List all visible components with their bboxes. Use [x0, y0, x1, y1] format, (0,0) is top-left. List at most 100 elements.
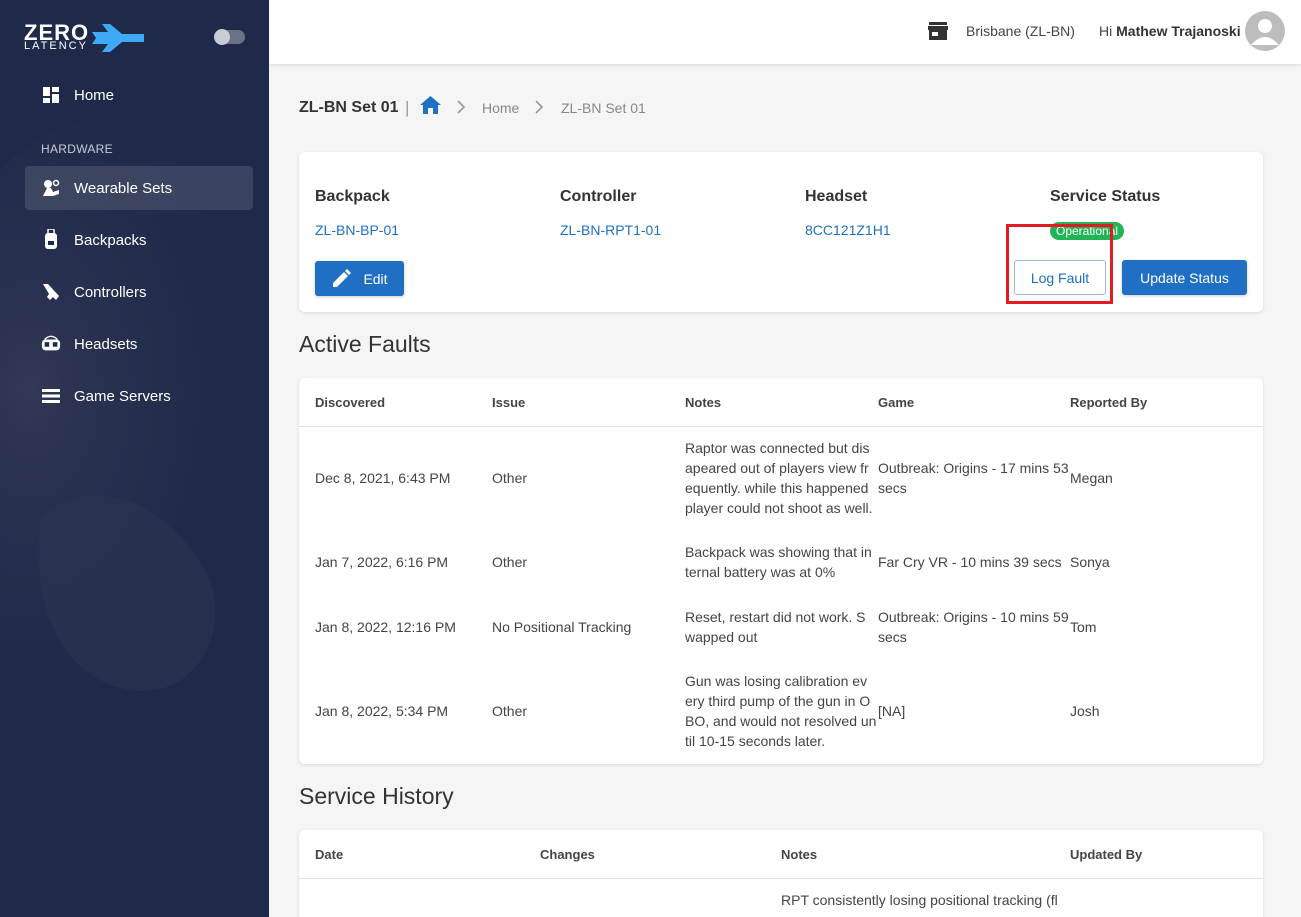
cell-reported-by: Tom	[1070, 619, 1097, 635]
cell-game: Outbreak: Origins - 17 mins 53 secs	[878, 458, 1069, 498]
sidebar-item-home[interactable]: Home	[25, 73, 253, 117]
greeting-prefix: Hi	[1099, 23, 1113, 39]
active-faults-heading: Active Faults	[299, 331, 431, 357]
cell-discovered: Jan 8, 2022, 12:16 PM	[315, 619, 456, 635]
service-history-heading: Service History	[299, 783, 454, 809]
cell-notes: RPT consistently losing positional track…	[781, 892, 1058, 908]
game-line: secs	[878, 480, 907, 496]
sidebar-item-label: Controllers	[74, 283, 147, 301]
notes-line: apeared out of players view fr	[685, 460, 869, 476]
headset-link[interactable]: 8CC121Z1H1	[805, 222, 891, 238]
sidebar-item-backpacks[interactable]: Backpacks	[25, 218, 253, 262]
toggle-knob	[214, 29, 230, 45]
notes-line: Reset, restart did not work. S	[685, 609, 866, 625]
cell-game: [NA]	[878, 701, 905, 721]
chevron-right-icon	[457, 100, 466, 114]
zero-latency-logo[interactable]: ZERO LATENCY	[24, 20, 146, 54]
notes-line: player could not shoot as well.	[685, 500, 873, 516]
notes-line: ternal battery was at 0%	[685, 564, 836, 580]
notes-line: BO, and would not resolved un	[685, 713, 877, 729]
cell-reported-by: Josh	[1070, 703, 1100, 719]
service-status-label: Service Status	[1050, 188, 1161, 205]
user-name: Mathew Trajanoski	[1116, 23, 1241, 39]
sidebar: ZERO LATENCY Home HARDWARE Wearable Sets…	[0, 0, 269, 917]
update-status-button[interactable]: Update Status	[1122, 260, 1247, 295]
sidebar-item-game-servers[interactable]: Game Servers	[25, 374, 253, 418]
cell-notes: Gun was losing calibration ev ery third …	[685, 671, 876, 751]
top-bar: Brisbane (ZL-BN) Hi Mathew Trajanoski	[269, 0, 1301, 64]
column-header-issue[interactable]: Issue	[492, 395, 525, 410]
chevron-right-icon	[535, 100, 544, 114]
notes-line: Raptor was connected but dis	[685, 440, 870, 456]
cell-notes: Backpack was showing that in ternal batt…	[685, 542, 872, 582]
breadcrumb-current: ZL-BN Set 01	[561, 100, 646, 116]
headset-label: Headset	[805, 188, 868, 205]
notes-line: Backpack was showing that in	[685, 544, 872, 560]
controller-icon	[41, 282, 61, 302]
user-greeting: Hi Mathew Trajanoski	[1099, 23, 1241, 39]
cell-reported-by: Megan	[1070, 470, 1113, 486]
avatar[interactable]	[1245, 11, 1285, 51]
logo-text-latency: LATENCY	[24, 40, 88, 52]
sidebar-item-label: Wearable Sets	[74, 179, 173, 197]
sidebar-item-controllers[interactable]: Controllers	[25, 270, 253, 314]
column-header-game[interactable]: Game	[878, 395, 914, 410]
user-icon	[1251, 19, 1279, 45]
notes-line: ery third pump of the gun in O	[685, 693, 871, 709]
column-header-updated-by[interactable]: Updated By	[1070, 847, 1142, 862]
cell-issue: No Positional Tracking	[492, 619, 632, 635]
sidebar-item-label: Home	[74, 86, 115, 104]
notes-line: equently. while this happened	[685, 480, 869, 496]
header-divider	[299, 426, 1263, 427]
notes-line: wapped out	[685, 629, 758, 645]
log-fault-button[interactable]: Log Fault	[1014, 260, 1106, 295]
cell-notes: Reset, restart did not work. S wapped ou…	[685, 607, 866, 647]
wearable-icon	[41, 178, 61, 198]
dashboard-icon	[41, 85, 61, 105]
cell-issue: Other	[492, 470, 528, 486]
cell-issue: Other	[492, 554, 528, 570]
pencil-icon	[333, 268, 352, 287]
notes-line: til 10-15 seconds later.	[685, 733, 826, 749]
plane-icon	[92, 24, 144, 52]
backpack-label: Backpack	[315, 188, 390, 205]
column-header-changes[interactable]: Changes	[540, 847, 595, 862]
sidebar-item-headsets[interactable]: Headsets	[25, 322, 253, 366]
page-title: ZL-BN Set 01	[299, 99, 399, 116]
cell-issue: Other	[492, 703, 528, 719]
sidebar-item-label: Game Servers	[74, 387, 171, 405]
sidebar-item-label: Backpacks	[74, 231, 147, 249]
cell-game: Outbreak: Origins - 10 mins 59 secs	[878, 607, 1069, 647]
server-icon	[41, 386, 61, 406]
breadcrumb-separator: |	[405, 98, 410, 117]
store-icon[interactable]	[928, 22, 948, 40]
backpack-icon	[41, 229, 61, 250]
game-line: Outbreak: Origins - 10 mins 59	[878, 609, 1069, 625]
column-header-date[interactable]: Date	[315, 847, 343, 862]
backpack-link[interactable]: ZL-BN-BP-01	[315, 222, 399, 238]
cell-game: Far Cry VR - 10 mins 39 secs	[878, 552, 1062, 572]
sidebar-item-label: Headsets	[74, 335, 138, 353]
column-header-reported-by[interactable]: Reported By	[1070, 395, 1147, 410]
active-faults-table: Discovered Issue Notes Game Reported By …	[299, 378, 1263, 764]
game-line: Far Cry VR - 10 mins 39 secs	[878, 554, 1062, 570]
breadcrumb-home-link[interactable]: Home	[482, 100, 519, 116]
header-divider	[299, 878, 1263, 879]
column-header-notes[interactable]: Notes	[781, 847, 817, 862]
cell-discovered: Dec 8, 2021, 6:43 PM	[315, 470, 451, 486]
location-label[interactable]: Brisbane (ZL-BN)	[966, 23, 1075, 39]
cell-reported-by: Sonya	[1070, 554, 1110, 570]
sidebar-item-wearable-sets[interactable]: Wearable Sets	[25, 166, 253, 210]
cell-discovered: Jan 8, 2022, 5:34 PM	[315, 703, 449, 719]
theme-toggle[interactable]	[214, 29, 245, 45]
controller-link[interactable]: ZL-BN-RPT1-01	[560, 222, 661, 238]
column-header-discovered[interactable]: Discovered	[315, 395, 385, 410]
game-line: [NA]	[878, 703, 906, 719]
game-line: Outbreak: Origins - 17 mins 53	[878, 460, 1069, 476]
wearable-set-info-card: Backpack ZL-BN-BP-01 Controller ZL-BN-RP…	[299, 152, 1263, 312]
game-line: secs	[878, 629, 907, 645]
column-header-notes[interactable]: Notes	[685, 395, 721, 410]
edit-button-label: Edit	[363, 270, 388, 287]
edit-button[interactable]: Edit	[315, 261, 404, 296]
home-icon[interactable]	[420, 96, 441, 114]
